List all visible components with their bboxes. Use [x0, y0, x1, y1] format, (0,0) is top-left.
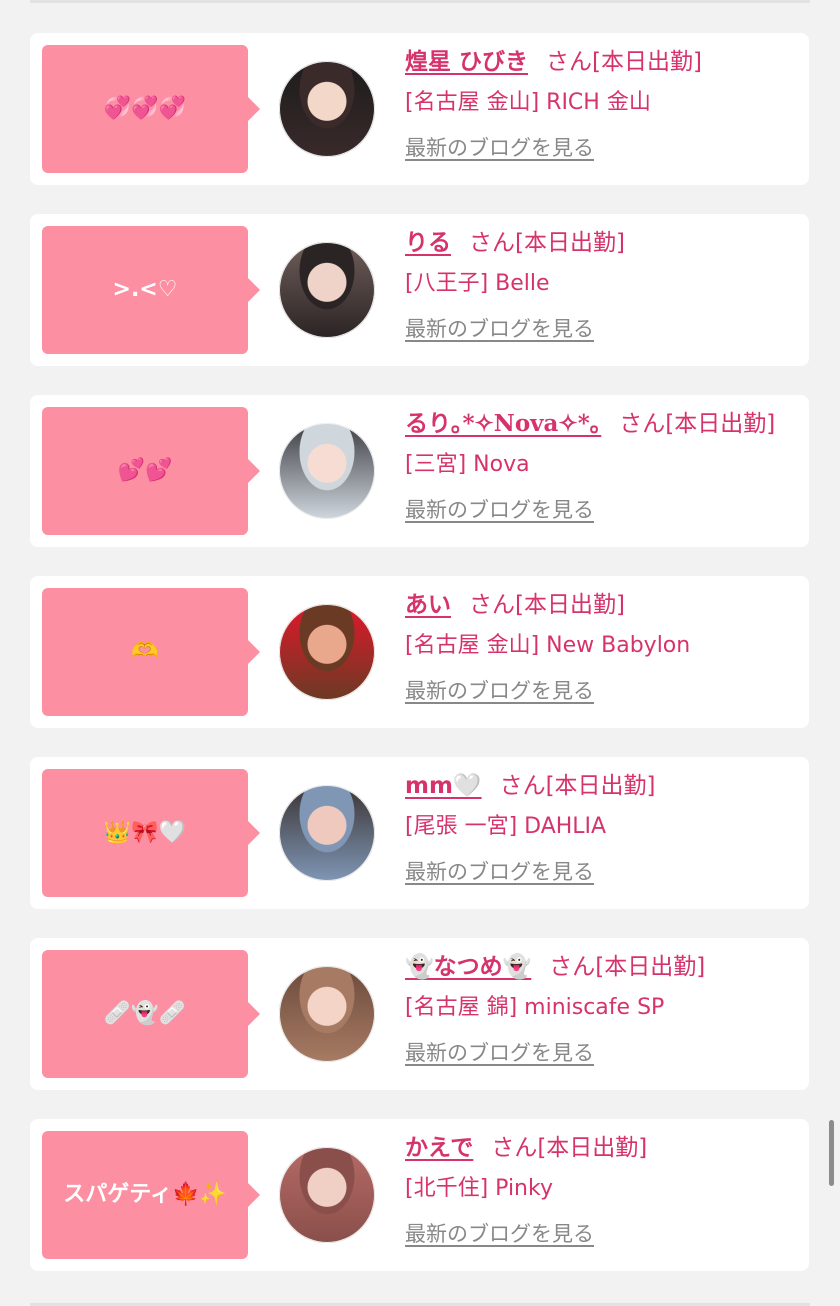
message-bubble: スパゲティ🍁✨: [42, 1131, 260, 1259]
shop-name: [名古屋 金山] RICH 金山: [405, 90, 651, 115]
shop-name: [尾張 一宮] DAHLIA: [405, 814, 607, 839]
name-line: 煌星 ひびき さん[本日出勤]: [405, 45, 799, 79]
blog-link[interactable]: 最新のブログを見る: [405, 1039, 594, 1067]
cast-info: 👻なつめ👻 さん[本日出勤] [名古屋 錦] miniscafe SP 最新のブロ…: [405, 950, 799, 1067]
bubble-text: スパゲティ🍁✨: [63, 1181, 227, 1207]
blog-link[interactable]: 最新のブログを見る: [405, 677, 594, 705]
avatar[interactable]: [279, 61, 375, 157]
message-bubble: 👑🎀🤍: [42, 769, 260, 897]
avatar[interactable]: [279, 423, 375, 519]
name-line: あい さん[本日出勤]: [405, 588, 799, 622]
status-suffix: さん[本日出勤]: [469, 592, 625, 618]
blog-link[interactable]: 最新のブログを見る: [405, 1220, 594, 1248]
cast-info: あい さん[本日出勤] [名古屋 金山] New Babylon 最新のブログを見…: [405, 588, 799, 705]
message-bubble: 💕💕: [42, 407, 260, 535]
status-suffix: さん[本日出勤]: [469, 230, 625, 256]
cast-card: 💕💕 るり｡*✧Nova✧*｡ さん[本日出勤] [三宮] Nova 最新のブログ…: [30, 395, 809, 547]
cast-name-link[interactable]: 煌星 ひびき: [405, 49, 528, 75]
bubble-text: 👑🎀🤍: [103, 819, 187, 845]
blog-link[interactable]: 最新のブログを見る: [405, 315, 594, 343]
cast-info: るり｡*✧Nova✧*｡ さん[本日出勤] [三宮] Nova 最新のブログを見る: [405, 407, 799, 524]
bubble-text: 🩹👻🩹: [103, 1000, 187, 1026]
message-bubble: 🩹👻🩹: [42, 950, 260, 1078]
status-suffix: さん[本日出勤]: [549, 954, 706, 980]
top-divider: [30, 0, 810, 3]
name-line: mm🤍 さん[本日出勤]: [405, 769, 799, 803]
cast-name-link[interactable]: mm🤍: [405, 773, 482, 799]
cast-info: りる さん[本日出勤] [八王子] Belle 最新のブログを見る: [405, 226, 799, 343]
cast-card: 🫶 あい さん[本日出勤] [名古屋 金山] New Babylon 最新のブログ…: [30, 576, 809, 728]
cast-name-link[interactable]: 👻なつめ👻: [405, 954, 531, 980]
avatar[interactable]: [279, 242, 375, 338]
bubble-text: >.<♡: [112, 276, 178, 302]
blog-link[interactable]: 最新のブログを見る: [405, 134, 594, 162]
blog-link[interactable]: 最新のブログを見る: [405, 496, 594, 524]
shop-name: [八王子] Belle: [405, 271, 550, 296]
status-suffix: さん[本日出勤]: [499, 773, 656, 799]
cast-name-link[interactable]: かえで: [405, 1135, 473, 1161]
avatar[interactable]: [279, 966, 375, 1062]
cast-name-link[interactable]: るり｡*✧Nova✧*｡: [405, 410, 601, 437]
name-line: りる さん[本日出勤]: [405, 226, 799, 260]
cast-card: 👑🎀🤍 mm🤍 さん[本日出勤] [尾張 一宮] DAHLIA 最新のブログを見る: [30, 757, 809, 909]
message-bubble: 💞💞💞: [42, 45, 260, 173]
avatar[interactable]: [279, 1147, 375, 1243]
cast-card: 🩹👻🩹 👻なつめ👻 さん[本日出勤] [名古屋 錦] miniscafe SP 最…: [30, 938, 809, 1090]
bubble-text: 🫶: [131, 638, 159, 664]
bubble-text: 💕💕: [117, 457, 173, 483]
status-suffix: さん[本日出勤]: [619, 411, 776, 437]
status-suffix: さん[本日出勤]: [491, 1135, 648, 1161]
status-suffix: さん[本日出勤]: [546, 49, 702, 75]
cast-card: 💞💞💞 煌星 ひびき さん[本日出勤] [名古屋 金山] RICH 金山 最新のブ…: [30, 33, 809, 185]
name-line: かえで さん[本日出勤]: [405, 1131, 799, 1165]
scrollbar[interactable]: [829, 1120, 834, 1186]
shop-name: [三宮] Nova: [405, 452, 530, 477]
avatar[interactable]: [279, 785, 375, 881]
cast-list: 💞💞💞 煌星 ひびき さん[本日出勤] [名古屋 金山] RICH 金山 最新のブ…: [30, 33, 809, 1300]
cast-info: mm🤍 さん[本日出勤] [尾張 一宮] DAHLIA 最新のブログを見る: [405, 769, 799, 886]
blog-link[interactable]: 最新のブログを見る: [405, 858, 594, 886]
cast-card: スパゲティ🍁✨ かえで さん[本日出勤] [北千住] Pinky 最新のブログを見…: [30, 1119, 809, 1271]
avatar[interactable]: [279, 604, 375, 700]
bubble-text: 💞💞💞: [103, 95, 187, 121]
message-bubble: >.<♡: [42, 226, 260, 354]
cast-name-link[interactable]: あい: [405, 592, 451, 618]
cast-info: かえで さん[本日出勤] [北千住] Pinky 最新のブログを見る: [405, 1131, 799, 1248]
cast-info: 煌星 ひびき さん[本日出勤] [名古屋 金山] RICH 金山 最新のブログを見…: [405, 45, 799, 162]
name-line: るり｡*✧Nova✧*｡ さん[本日出勤]: [405, 407, 799, 441]
name-line: 👻なつめ👻 さん[本日出勤]: [405, 950, 799, 984]
message-bubble: 🫶: [42, 588, 260, 716]
cast-card: >.<♡ りる さん[本日出勤] [八王子] Belle 最新のブログを見る: [30, 214, 809, 366]
shop-name: [北千住] Pinky: [405, 1176, 553, 1201]
shop-name: [名古屋 錦] miniscafe SP: [405, 995, 665, 1020]
shop-name: [名古屋 金山] New Babylon: [405, 633, 691, 658]
cast-name-link[interactable]: りる: [405, 230, 451, 256]
